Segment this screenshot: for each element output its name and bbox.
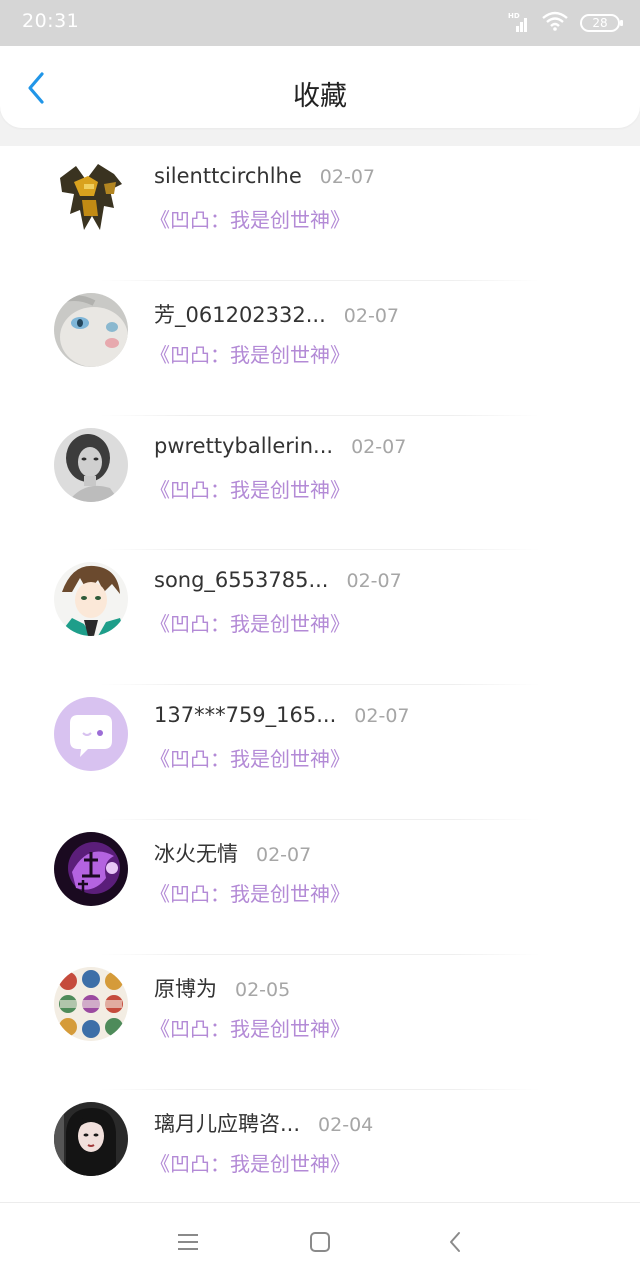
robot-avatar[interactable] bbox=[54, 160, 128, 234]
item-header: 芳_061202332... 02-07 bbox=[154, 299, 399, 329]
wifi-icon bbox=[542, 11, 568, 35]
list-item[interactable]: silenttcirchlhe 02-07 《凹凸：我是创世神》 bbox=[0, 146, 640, 281]
post-date: 02-05 bbox=[235, 978, 291, 1001]
item-header: 137***759_165... 02-07 bbox=[154, 703, 410, 727]
header: 收藏 bbox=[0, 46, 640, 128]
favorites-list: silenttcirchlhe 02-07 《凹凸：我是创世神》 芳_06120… bbox=[0, 146, 640, 1225]
user-name: 137***759_165... bbox=[154, 703, 337, 728]
status-time: 20:31 bbox=[22, 10, 80, 32]
list-item[interactable]: 原博为 02-05 《凹凸：我是创世神》 bbox=[0, 954, 640, 1090]
hd-badge: HD bbox=[508, 12, 520, 20]
post-date: 02-07 bbox=[256, 843, 312, 866]
book-title-link[interactable]: 《凹凸：我是创世神》 bbox=[150, 608, 350, 637]
list-item[interactable]: song_6553785... 02-07 《凹凸：我是创世神》 bbox=[0, 550, 640, 686]
post-date: 02-07 bbox=[351, 435, 407, 458]
purple-calligraphy-avatar[interactable] bbox=[54, 831, 128, 906]
book-title-link[interactable]: 《凹凸：我是创世神》 bbox=[150, 1148, 350, 1177]
home-square-icon bbox=[310, 1232, 330, 1252]
post-date: 02-07 bbox=[319, 166, 375, 188]
item-header: 璃月儿应聘咨... 02-04 bbox=[154, 1108, 373, 1138]
menu-button[interactable] bbox=[173, 1227, 203, 1257]
item-header: 原博为 02-05 bbox=[154, 973, 290, 1003]
back-triangle-icon bbox=[450, 1232, 460, 1252]
post-date: 02-07 bbox=[343, 304, 399, 327]
dark-girl-avatar[interactable] bbox=[54, 1101, 128, 1176]
battery-level: 28 bbox=[592, 16, 608, 30]
item-header: 冰火无情 02-07 bbox=[154, 838, 311, 868]
user-name: 璃月儿应聘咨... bbox=[154, 1111, 301, 1136]
page-title: 收藏 bbox=[293, 81, 347, 112]
anime-avatar[interactable] bbox=[54, 562, 128, 637]
book-title-link[interactable]: 《凹凸：我是创世神》 bbox=[150, 474, 350, 503]
system-back-button[interactable] bbox=[440, 1227, 470, 1257]
item-header: song_6553785... 02-07 bbox=[154, 568, 402, 592]
status-icons: HD 28 bbox=[508, 10, 623, 36]
collage-avatar[interactable] bbox=[54, 966, 128, 1041]
book-title-link[interactable]: 《凹凸：我是创世神》 bbox=[150, 878, 350, 907]
book-title-link[interactable]: 《凹凸：我是创世神》 bbox=[150, 743, 350, 772]
system-nav-bar bbox=[0, 1202, 640, 1280]
post-date: 02-07 bbox=[346, 570, 402, 593]
list-item[interactable]: 芳_061202332... 02-07 《凹凸：我是创世神》 bbox=[0, 280, 640, 416]
book-title-link[interactable]: 《凹凸：我是创世神》 bbox=[150, 1013, 350, 1042]
battery-icon: 28 bbox=[580, 14, 623, 32]
book-title-link[interactable]: 《凹凸：我是创世神》 bbox=[150, 204, 350, 233]
woman-avatar[interactable] bbox=[54, 427, 128, 502]
post-date: 02-04 bbox=[318, 1113, 374, 1136]
list-item[interactable]: 137***759_165... 02-07 《凹凸：我是创世神》 bbox=[0, 685, 640, 820]
user-name: 原博为 bbox=[154, 976, 217, 1001]
item-header: silenttcirchlhe 02-07 bbox=[154, 164, 375, 188]
user-name: silenttcirchlhe bbox=[154, 164, 302, 188]
item-header: pwrettyballerin... 02-07 bbox=[154, 434, 406, 458]
user-name: song_6553785... bbox=[154, 568, 329, 593]
home-button[interactable] bbox=[305, 1227, 335, 1257]
post-date: 02-07 bbox=[354, 705, 410, 728]
book-title-link[interactable]: 《凹凸：我是创世神》 bbox=[150, 339, 350, 368]
user-name: pwrettyballerin... bbox=[154, 433, 334, 458]
cat-avatar[interactable] bbox=[54, 292, 128, 367]
chat-bubble-avatar[interactable] bbox=[54, 697, 128, 772]
user-name: 冰火无情 bbox=[154, 841, 238, 866]
list-item[interactable]: pwrettyballerin... 02-07 《凹凸：我是创世神》 bbox=[0, 415, 640, 551]
signal-icon: HD bbox=[508, 12, 530, 34]
status-bar: 20:31 HD 28 bbox=[0, 0, 640, 46]
list-item[interactable]: 冰火无情 02-07 《凹凸：我是创世神》 bbox=[0, 819, 640, 955]
menu-icon bbox=[178, 1234, 198, 1250]
user-name: 芳_061202332... bbox=[154, 302, 326, 327]
